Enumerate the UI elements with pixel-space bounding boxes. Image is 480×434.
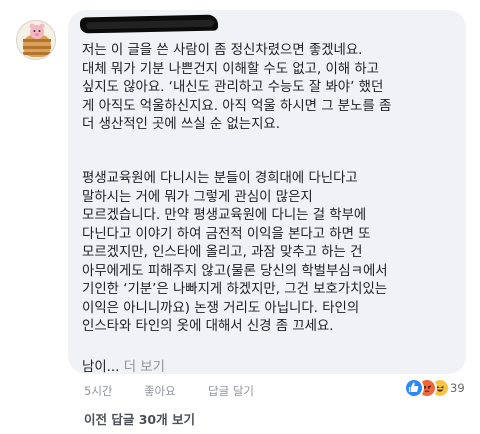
comment-line: 모르겠습니다. 만약 평생교육원에 다니는 걸 학부에 <box>82 208 367 223</box>
comment-line: 저는 이 글을 쓴 사람이 좀 정신차렸으면 좋겠네요. <box>82 43 363 58</box>
comment-bubble: 저는 이 글을 쓴 사람이 좀 정신차렸으면 좋겠네요. 대체 뭐가 기분 나쁜… <box>68 10 466 375</box>
comment-line: 다닌다고 이야기 하여 금전적 이익을 본다고 하면 또 <box>82 226 371 242</box>
see-more-link[interactable]: 더 보기 <box>124 360 165 375</box>
comment-line: 이익은 아니니까요) 논쟁 거리도 아닙니다. 타인의 <box>82 300 360 316</box>
comment-line: 기인한 ‘기분’은 나빠지게 하겠지만, 그건 보호가치있는 <box>82 282 388 297</box>
comment-paragraph-2: 평생교육원에 다니시는 분들이 경희대에 다닌다고 말하시는 거에 뭐가 그렇게… <box>82 170 388 337</box>
like-button[interactable]: 좋아요 <box>144 383 176 399</box>
reaction-summary[interactable]: 39 <box>404 378 465 400</box>
truncated-text: 남이... <box>82 360 120 375</box>
author-name-redacted[interactable] <box>79 14 219 34</box>
truncated-line: 남이... 더 보기 <box>82 355 165 375</box>
comment-line: 인스타와 타인의 옷에 대해서 신경 좀 끄세요. <box>82 319 334 334</box>
comment-line: 말하시는 거에 뭐가 그렇게 관심이 많은지 <box>82 189 313 205</box>
comment-line: 싶지도 않아요. ‘내신도 관리하고 수능도 잘 봐야’ 했던 <box>82 80 384 95</box>
avatar-pig-icon <box>23 23 51 57</box>
timestamp[interactable]: 5시간 <box>84 383 112 399</box>
avatar[interactable] <box>16 20 56 60</box>
comment-line: 게 아직도 억울하신지요. 아직 억울 하시면 그 분노를 좀 <box>82 98 392 114</box>
comment-line: 대체 뭐가 기분 나쁜건지 이해할 수도 없고, 이해 하고 <box>82 61 380 77</box>
comment-paragraph-1: 저는 이 글을 쓴 사람이 좀 정신차렸으면 좋겠네요. 대체 뭐가 기분 나쁜… <box>82 42 391 135</box>
view-previous-replies-link[interactable]: 이전 답글 30개 보기 <box>84 409 195 428</box>
reaction-count: 39 <box>450 381 465 395</box>
comment-line: 아무에게도 피해주지 않고(물론 당신의 학벌부심ㅋ에서 <box>82 263 388 279</box>
comment-line: 모르겠지만, 인스타에 올리고, 과잠 맞추고 하는 건 <box>82 245 363 260</box>
comment-line: 더 생산적인 곳에 쓰실 순 없는지요. <box>82 117 281 132</box>
comment-line: 평생교육원에 다니시는 분들이 경희대에 다닌다고 <box>82 171 358 186</box>
like-icon <box>404 378 424 398</box>
reply-button[interactable]: 답글 달기 <box>208 383 254 399</box>
